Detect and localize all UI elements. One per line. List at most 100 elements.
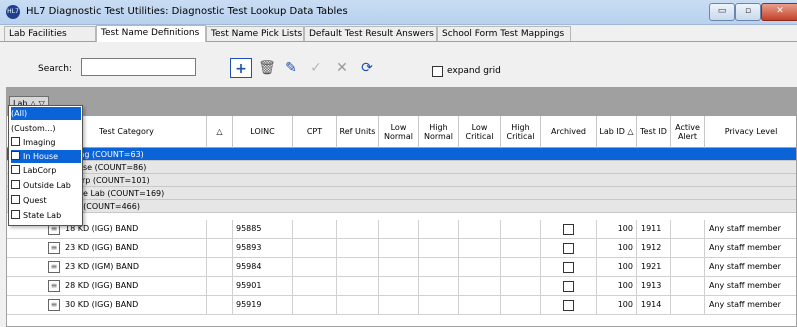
row-detail-icon[interactable]: ≡ — [48, 299, 60, 311]
cell-privacy-level[interactable]: Any staff member — [705, 258, 796, 276]
refresh-icon[interactable]: ⟳ — [356, 58, 378, 78]
cell-test-id[interactable]: 1911 — [637, 220, 671, 238]
cell-lab-id[interactable]: 100 — [597, 296, 637, 314]
cell-cpt[interactable] — [293, 296, 337, 314]
tab-default-test-result-answers[interactable]: Default Test Result Answers — [304, 26, 437, 41]
cell-active-alert[interactable] — [671, 258, 705, 276]
column-header-high-normal[interactable]: High Normal — [419, 116, 459, 148]
add-icon[interactable]: + — [230, 58, 252, 78]
filter-option-state-lab[interactable]: State Lab — [11, 209, 81, 222]
cell-high-normal[interactable] — [419, 220, 459, 238]
cell-high-critical[interactable] — [501, 220, 541, 238]
cell-low-normal[interactable] — [379, 220, 419, 238]
cell-high-critical[interactable] — [501, 258, 541, 276]
cell-privacy-level[interactable]: Any staff member — [705, 296, 796, 314]
cell-low-critical[interactable] — [459, 258, 501, 276]
tab-lab-facilities[interactable]: Lab Facilities — [4, 26, 96, 41]
cell-lab-id[interactable]: 100 — [597, 258, 637, 276]
column-header-privacy-level[interactable]: Privacy Level — [705, 116, 796, 148]
cell-loinc[interactable]: 95893 — [233, 239, 293, 257]
column-header-high-critical[interactable]: High Critical — [501, 116, 541, 148]
cell-low-normal[interactable] — [379, 277, 419, 295]
column-header-active-alert[interactable]: Active Alert — [671, 116, 705, 148]
group-row[interactable]: In House (COUNT=86) — [7, 161, 796, 174]
tab-test-name-definitions[interactable]: Test Name Definitions — [96, 25, 206, 42]
cell-ref-units[interactable] — [337, 220, 379, 238]
cell-low-normal[interactable] — [379, 296, 419, 314]
column-header-cpt[interactable]: CPT — [293, 116, 337, 148]
cell-cpt[interactable] — [293, 258, 337, 276]
archived-checkbox[interactable] — [563, 224, 574, 235]
cell-ref-units[interactable] — [337, 296, 379, 314]
cell-high-normal[interactable] — [419, 258, 459, 276]
cell-test-category[interactable]: 18 KD (IGG) BAND — [65, 220, 207, 238]
cell-low-normal[interactable] — [379, 239, 419, 257]
filter-option-in-house[interactable]: In House — [11, 150, 81, 163]
filter-checkbox[interactable] — [11, 137, 20, 146]
cell-cpt[interactable] — [293, 239, 337, 257]
maximize-button[interactable]: ▫ — [735, 3, 761, 21]
column-header-low-normal[interactable]: Low Normal — [379, 116, 419, 148]
table-row[interactable]: ≡ 23 KD (IGG) BAND 95893 100 1912 Any st… — [7, 239, 796, 258]
cell-privacy-level[interactable]: Any staff member — [705, 277, 796, 295]
cell-test-id[interactable]: 1913 — [637, 277, 671, 295]
cell-high-critical[interactable] — [501, 277, 541, 295]
archived-checkbox[interactable] — [563, 262, 574, 273]
filter-option-quest[interactable]: Quest — [11, 194, 81, 207]
table-row[interactable]: ≡ 30 KD (IGG) BAND 95919 100 1914 Any st… — [7, 296, 796, 315]
expand-grid-checkbox[interactable] — [432, 66, 443, 77]
filter-option-imaging[interactable]: Imaging — [11, 136, 81, 149]
column-header-low-critical[interactable]: Low Critical — [459, 116, 501, 148]
cell-lab-id[interactable]: 100 — [597, 220, 637, 238]
cell-test-category[interactable]: 28 KD (IGG) BAND — [65, 277, 207, 295]
filter-option-custom[interactable]: (Custom...) — [11, 122, 81, 135]
cell-test-id[interactable]: 1912 — [637, 239, 671, 257]
cell-test-id[interactable]: 1921 — [637, 258, 671, 276]
table-row[interactable]: ≡ 28 KD (IGG) BAND 95901 100 1913 Any st… — [7, 277, 796, 296]
cell-high-normal[interactable] — [419, 239, 459, 257]
cell-high-normal[interactable] — [419, 277, 459, 295]
row-detail-icon[interactable]: ≡ — [48, 242, 60, 254]
save-icon[interactable]: ✓ — [305, 58, 327, 78]
cell-low-critical[interactable] — [459, 220, 501, 238]
archived-checkbox[interactable] — [563, 281, 574, 292]
filter-checkbox[interactable] — [11, 165, 20, 174]
column-header-ref-units[interactable]: Ref Units — [337, 116, 379, 148]
cell-active-alert[interactable] — [671, 296, 705, 314]
cell-test-id[interactable]: 1914 — [637, 296, 671, 314]
filter-option-all[interactable]: (All) — [11, 107, 81, 120]
close-button[interactable]: ✕ — [761, 3, 797, 21]
cell-active-alert[interactable] — [671, 220, 705, 238]
group-row[interactable]: LabCorp (COUNT=101) — [7, 174, 796, 187]
cell-high-critical[interactable] — [501, 239, 541, 257]
cell-test-category[interactable]: 23 KD (IGM) BAND — [65, 258, 207, 276]
cell-loinc[interactable]: 95885 — [233, 220, 293, 238]
cell-ref-units[interactable] — [337, 239, 379, 257]
cell-high-normal[interactable] — [419, 296, 459, 314]
table-row[interactable]: ≡ 23 KD (IGM) BAND 95984 100 1921 Any st… — [7, 258, 796, 277]
tab-test-name-pick-lists[interactable]: Test Name Pick Lists — [206, 26, 304, 41]
filter-option-labcorp[interactable]: LabCorp — [11, 164, 81, 177]
search-input[interactable] — [81, 58, 196, 76]
group-row[interactable]: Quest (COUNT=466) — [7, 200, 796, 213]
minimize-button[interactable]: ▭ — [709, 3, 735, 21]
cell-low-critical[interactable] — [459, 277, 501, 295]
cell-privacy-level[interactable]: Any staff member — [705, 220, 796, 238]
cell-active-alert[interactable] — [671, 277, 705, 295]
column-header-lab-id[interactable]: Lab ID △ — [597, 116, 637, 148]
cell-loinc[interactable]: 95901 — [233, 277, 293, 295]
cell-low-normal[interactable] — [379, 258, 419, 276]
cell-privacy-level[interactable]: Any staff member — [705, 239, 796, 257]
cell-lab-id[interactable]: 100 — [597, 277, 637, 295]
cell-lab-id[interactable]: 100 — [597, 239, 637, 257]
archived-checkbox[interactable] — [563, 243, 574, 254]
cell-low-critical[interactable] — [459, 239, 501, 257]
row-detail-icon[interactable]: ≡ — [48, 280, 60, 292]
cell-ref-units[interactable] — [337, 277, 379, 295]
table-row[interactable]: ≡ 18 KD (IGG) BAND 95885 100 1911 Any st… — [7, 220, 796, 239]
group-row[interactable]: Imaging (COUNT=63) — [7, 148, 796, 161]
edit-icon[interactable]: ✎ — [280, 58, 302, 78]
cell-loinc[interactable]: 95919 — [233, 296, 293, 314]
column-header-test-id[interactable]: Test ID — [637, 116, 671, 148]
column-header-archived[interactable]: Archived — [541, 116, 597, 148]
